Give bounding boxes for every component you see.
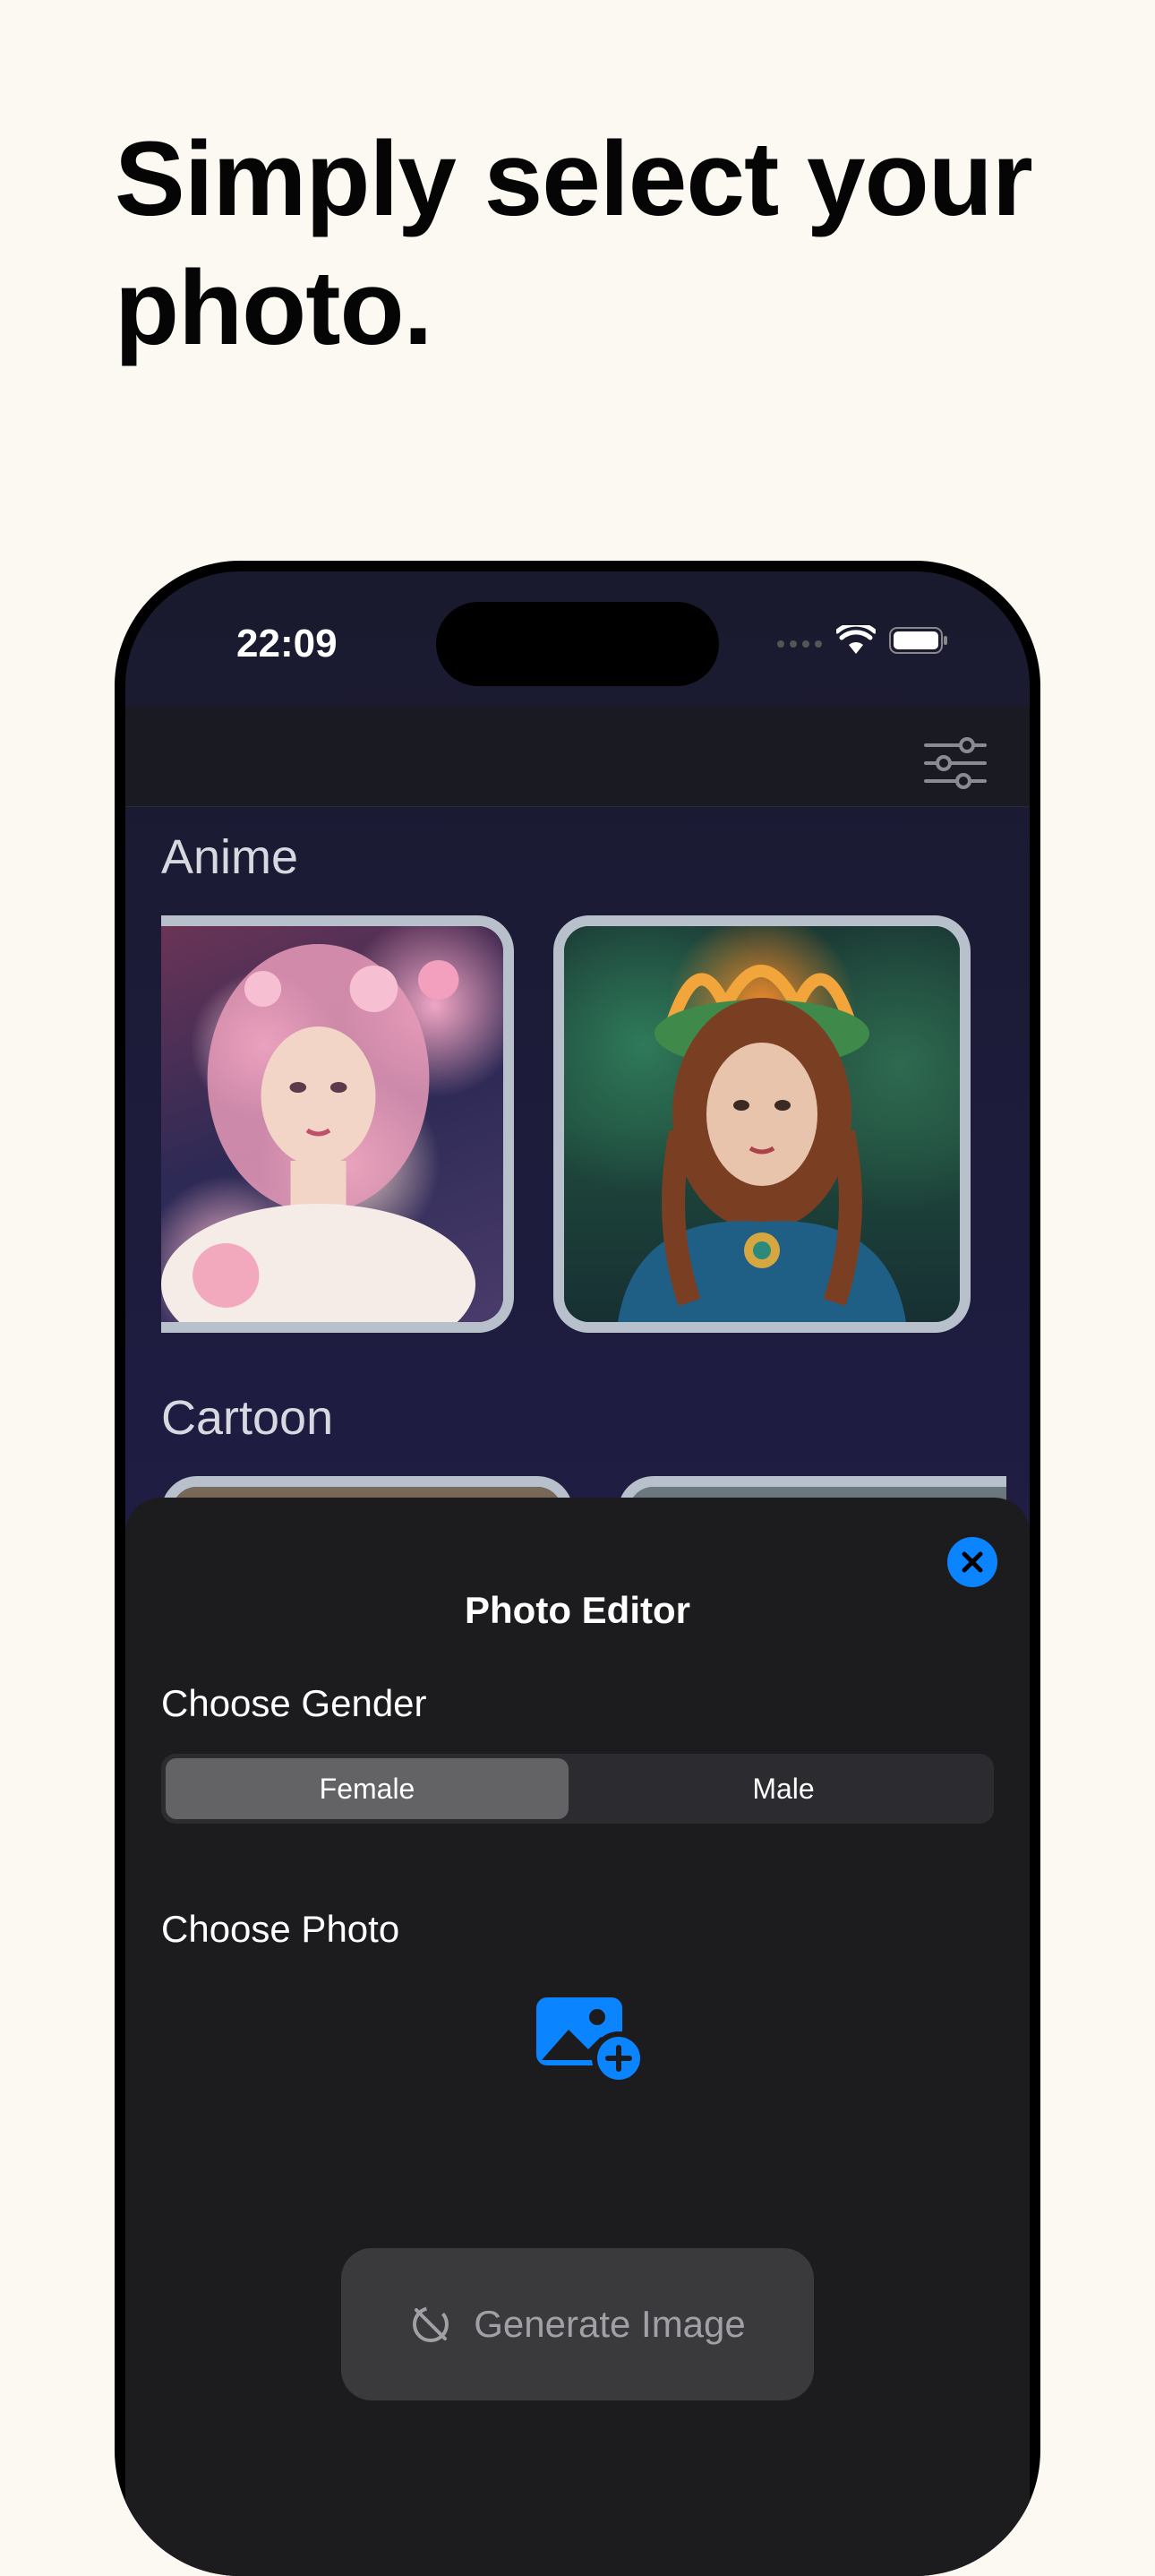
photo-label: Choose Photo: [161, 1908, 400, 1950]
signal-icon: [777, 640, 822, 648]
app-screen: 22:09 Anime Cartoon Photo Editor Choose …: [125, 571, 1030, 2576]
segment-male[interactable]: Male: [582, 1758, 985, 1819]
status-bar: 22:09: [125, 571, 1030, 706]
sheet-title: Photo Editor: [465, 1589, 690, 1631]
sliders-icon: [924, 737, 987, 789]
style-card-anime-2[interactable]: [553, 915, 971, 1333]
section-title-anime: Anime: [161, 830, 299, 884]
photo-add-icon: [536, 1997, 646, 2085]
close-button[interactable]: [947, 1537, 997, 1587]
headline: Simply select your photo.: [115, 120, 1033, 367]
gender-label: Choose Gender: [161, 1682, 427, 1724]
filter-button[interactable]: [922, 736, 988, 790]
card-image: [564, 926, 960, 1322]
style-card-anime-1[interactable]: [161, 915, 514, 1333]
add-photo-button[interactable]: [533, 1988, 649, 2087]
generate-image-button[interactable]: Generate Image: [341, 2248, 814, 2400]
generate-image-label: Generate Image: [474, 2303, 746, 2345]
portrait-illustration: [618, 965, 906, 1322]
nav-bar: [125, 706, 1030, 807]
gender-segmented-control[interactable]: Female Male: [161, 1754, 994, 1824]
dynamic-island: [436, 602, 719, 686]
battery-icon: [889, 627, 947, 654]
card-image: [161, 926, 503, 1322]
disabled-sparkle-icon: [413, 2306, 449, 2342]
phone-frame: 22:09 Anime Cartoon Photo Editor Choose …: [115, 561, 1040, 2576]
photo-editor-sheet: Photo Editor Choose Gender Female Male C…: [125, 1498, 1030, 2576]
section-title-cartoon: Cartoon: [161, 1391, 334, 1445]
portrait-illustration: [161, 944, 475, 1322]
segment-female[interactable]: Female: [166, 1758, 569, 1819]
status-icons: [775, 625, 949, 656]
wifi-icon: [836, 625, 876, 654]
close-icon: [962, 1551, 983, 1573]
status-time: 22:09: [236, 622, 338, 665]
